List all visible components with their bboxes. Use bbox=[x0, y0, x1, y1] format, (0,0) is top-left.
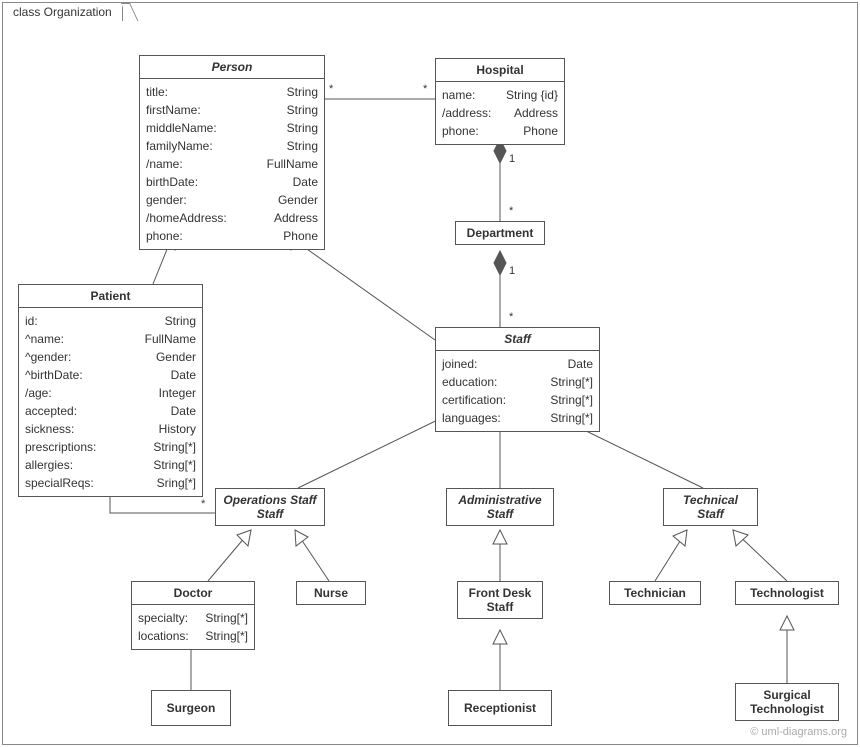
class-hospital: Hospital name:String {id}/address:Addres… bbox=[435, 58, 565, 145]
class-title: Technician bbox=[610, 582, 700, 604]
class-title: AdministrativeStaff bbox=[447, 489, 553, 525]
class-title: Receptionist bbox=[449, 691, 551, 725]
class-person: Person title:StringfirstName:Stringmiddl… bbox=[139, 55, 325, 250]
diagram-frame: class Organization bbox=[2, 2, 858, 745]
class-title: Nurse bbox=[297, 582, 365, 604]
mult-dept-staff-top: 1 bbox=[509, 265, 515, 277]
class-nurse: Nurse bbox=[296, 581, 366, 605]
mult-dept-staff-bot: * bbox=[509, 311, 513, 323]
frame-title-tab: class Organization bbox=[2, 2, 123, 21]
class-attrs: specialty:String[*]locations:String[*] bbox=[132, 605, 254, 649]
class-title: Staff bbox=[436, 328, 599, 351]
class-attrs: joined:Dateeducation:String[*]certificat… bbox=[436, 351, 599, 431]
class-title: SurgicalTechnologist bbox=[736, 684, 838, 720]
class-receptionist: Receptionist bbox=[448, 690, 552, 726]
class-title: Hospital bbox=[436, 59, 564, 82]
mult-patient-ops-right: * bbox=[201, 498, 205, 510]
mult-person-hospital-right: * bbox=[423, 83, 427, 95]
class-technical-staff: TechnicalStaff bbox=[663, 488, 758, 526]
class-title: Front DeskStaff bbox=[458, 582, 542, 618]
class-title: Operations StaffStaff bbox=[216, 489, 324, 525]
class-title: Surgeon bbox=[152, 691, 230, 725]
class-doctor: Doctor specialty:String[*]locations:Stri… bbox=[131, 581, 255, 650]
mult-hosp-dept-top: 1 bbox=[509, 153, 515, 165]
class-department: Department bbox=[455, 221, 545, 245]
class-title: Doctor bbox=[132, 582, 254, 605]
class-title: Patient bbox=[19, 285, 202, 308]
mult-hosp-dept-bot: * bbox=[509, 205, 513, 217]
class-title: Department bbox=[456, 222, 544, 244]
frame-title: class Organization bbox=[13, 5, 112, 19]
class-technician: Technician bbox=[609, 581, 701, 605]
class-attrs: id:String^name:FullName^gender:Gender^bi… bbox=[19, 308, 202, 496]
class-surgical-technologist: SurgicalTechnologist bbox=[735, 683, 839, 721]
class-administrative-staff: AdministrativeStaff bbox=[446, 488, 554, 526]
class-title: Person bbox=[140, 56, 324, 79]
class-staff: Staff joined:Dateeducation:String[*]cert… bbox=[435, 327, 600, 432]
mult-person-hospital-left: * bbox=[329, 83, 333, 95]
class-attrs: name:String {id}/address:Addressphone:Ph… bbox=[436, 82, 564, 144]
watermark: © uml-diagrams.org bbox=[750, 726, 847, 738]
class-title: Technologist bbox=[736, 582, 838, 604]
class-title: TechnicalStaff bbox=[664, 489, 757, 525]
class-surgeon: Surgeon bbox=[151, 690, 231, 726]
class-technologist: Technologist bbox=[735, 581, 839, 605]
class-patient: Patient id:String^name:FullName^gender:G… bbox=[18, 284, 203, 497]
class-attrs: title:StringfirstName:StringmiddleName:S… bbox=[140, 79, 324, 249]
class-front-desk-staff: Front DeskStaff bbox=[457, 581, 543, 619]
class-operations-staff: Operations StaffStaff bbox=[215, 488, 325, 526]
